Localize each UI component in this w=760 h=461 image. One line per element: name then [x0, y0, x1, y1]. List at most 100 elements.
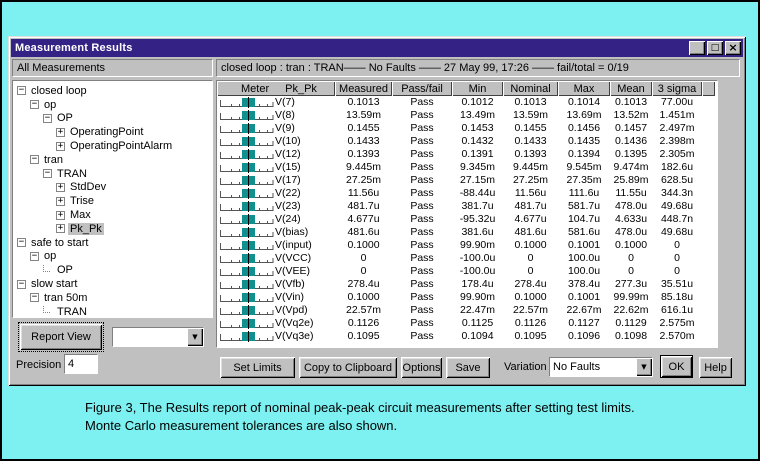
value-cell: 0	[503, 252, 558, 265]
expand-icon[interactable]: +	[56, 142, 65, 151]
measurement-name: V(input)	[275, 239, 312, 252]
value-cell: 344.3n	[652, 187, 702, 200]
tree-item-trise[interactable]: +Trise	[13, 194, 212, 208]
table-row[interactable]: V(24)4.677uPass-95.32u4.677u104.7u4.633u…	[217, 213, 717, 226]
title-bar[interactable]: Measurement Results _ □ ×	[11, 39, 743, 57]
collapse-icon[interactable]: −	[30, 100, 39, 109]
table-row[interactable]: V(23)481.7uPass381.7u481.7u581.7u478.0u4…	[217, 200, 717, 213]
tree-item-tran-50m[interactable]: −tran 50m	[13, 291, 212, 305]
expand-icon[interactable]: +	[56, 211, 65, 220]
tree-item-op[interactable]: −op	[13, 98, 212, 112]
value-cell: 27.15m	[452, 174, 503, 187]
column-header-max[interactable]: Max	[558, 81, 610, 96]
collapse-icon[interactable]: −	[17, 238, 26, 247]
tree-item-tran[interactable]: −TRAN	[13, 167, 212, 181]
precision-input[interactable]	[64, 354, 98, 374]
tree-item-operatingpoint[interactable]: +OperatingPoint	[13, 125, 212, 139]
value-cell: 0.1013	[503, 96, 558, 109]
meter-icon	[219, 123, 275, 135]
tree-item-closed-loop[interactable]: −closed loop	[13, 84, 212, 98]
tree-item-slow-start[interactable]: −slow start	[13, 277, 212, 291]
column-header-mean[interactable]: Mean	[610, 81, 652, 96]
set-limits-button[interactable]: Set Limits	[220, 357, 295, 378]
table-row[interactable]: V(8)13.59mPass13.49m13.59m13.69m13.52m1.…	[217, 109, 717, 122]
value-cell: 13.49m	[452, 109, 503, 122]
value-cell: 381.7u	[452, 200, 503, 213]
collapse-icon[interactable]: −	[17, 86, 26, 95]
tree-item-max[interactable]: +Max	[13, 208, 212, 222]
measurement-name-cell: V(8)	[217, 109, 335, 122]
table-row[interactable]: V(VEE)0Pass-100.0u0100.0u00	[217, 265, 717, 278]
table-row[interactable]: V(22)11.56uPass-88.44u11.56u111.6u11.55u…	[217, 187, 717, 200]
chevron-down-icon[interactable]: ▼	[187, 328, 203, 346]
column-header-pass-fail[interactable]: Pass/fail	[392, 81, 452, 96]
minimize-button[interactable]: _	[689, 41, 705, 55]
save-button[interactable]: Save	[446, 357, 490, 378]
value-cell: 9.345m	[452, 161, 503, 174]
table-row[interactable]: V(17)27.25mPass27.15m27.25m27.35m25.89m6…	[217, 174, 717, 187]
table-row[interactable]: V(10)0.1433Pass0.14320.14330.14350.14362…	[217, 135, 717, 148]
tree-item-operatingpointalarm[interactable]: +OperatingPointAlarm	[13, 139, 212, 153]
collapse-icon[interactable]: −	[30, 155, 39, 164]
tree-item-op[interactable]: OP	[13, 263, 212, 277]
collapse-icon[interactable]: −	[30, 252, 39, 261]
table-row[interactable]: V(VCC)0Pass-100.0u0100.0u00	[217, 252, 717, 265]
tree-item-op[interactable]: −OP	[13, 112, 212, 126]
report-view-button[interactable]: Report View	[20, 324, 102, 350]
collapse-icon[interactable]: −	[43, 169, 52, 178]
tree-item-label: tran 50m	[42, 292, 89, 304]
value-cell: 22.57m	[335, 304, 392, 317]
variation-combo[interactable]: No Faults ▼	[549, 357, 653, 377]
column-header-3-sigma[interactable]: 3 sigma	[652, 81, 702, 96]
table-row[interactable]: V(Vq3e)0.1095Pass0.10940.10950.10960.109…	[217, 330, 717, 343]
tree-item-label: op	[42, 250, 58, 262]
expand-icon[interactable]: +	[56, 183, 65, 192]
collapse-icon[interactable]: −	[30, 293, 39, 302]
tree-item-pk-pk[interactable]: +Pk_Pk	[13, 222, 212, 236]
column-header-meter-pkpk[interactable]: MeterPk_Pk	[217, 81, 335, 96]
value-cell: 100.0u	[558, 265, 610, 278]
tree-item-label: OperatingPointAlarm	[68, 140, 174, 152]
value-cell: 77.00u	[652, 96, 702, 109]
table-row[interactable]: V(input)0.1000Pass99.90m0.10000.10010.10…	[217, 239, 717, 252]
column-header-measured[interactable]: Measured	[335, 81, 392, 96]
close-button[interactable]: ×	[725, 41, 741, 55]
table-row[interactable]: V(9)0.1455Pass0.14530.14550.14560.14572.…	[217, 122, 717, 135]
table-row[interactable]: V(Vfb)278.4uPass178.4u278.4u378.4u277.3u…	[217, 278, 717, 291]
table-row[interactable]: V(12)0.1393Pass0.13910.13930.13940.13952…	[217, 148, 717, 161]
tree-item-stddev[interactable]: +StdDev	[13, 181, 212, 195]
options-button[interactable]: Options	[401, 357, 442, 378]
column-header-nominal[interactable]: Nominal	[503, 81, 558, 96]
tree-item-op[interactable]: −op	[13, 250, 212, 264]
help-button[interactable]: Help	[699, 357, 732, 378]
table-row[interactable]: V(7)0.1013Pass0.10120.10130.10140.101377…	[217, 96, 717, 109]
table-row[interactable]: V(15)9.445mPass9.345m9.445m9.545m9.474m1…	[217, 161, 717, 174]
value-cell: 11.55u	[610, 187, 652, 200]
measurements-tree[interactable]: −closed loop−op−OP+OperatingPoint+Operat…	[12, 80, 213, 318]
value-cell: 0.1457	[610, 122, 652, 135]
chevron-down-icon[interactable]: ▼	[636, 358, 652, 376]
tree-item-tran[interactable]: TRAN	[13, 305, 212, 318]
expand-icon[interactable]: +	[56, 197, 65, 206]
column-header-min[interactable]: Min	[452, 81, 503, 96]
ok-button[interactable]: OK	[660, 355, 693, 378]
measurement-name: V(12)	[275, 148, 301, 161]
maximize-button[interactable]: □	[707, 41, 723, 55]
table-row[interactable]: V(Vin)0.1000Pass99.90m0.10000.100199.99m…	[217, 291, 717, 304]
expand-icon[interactable]: +	[56, 128, 65, 137]
measurement-name: V(Vq2e)	[275, 317, 314, 330]
report-combo[interactable]: ▼	[112, 327, 204, 347]
table-row[interactable]: V(Vpd)22.57mPass22.47m22.57m22.67m22.62m…	[217, 304, 717, 317]
expand-icon[interactable]: +	[56, 224, 65, 233]
tree-item-tran[interactable]: −tran	[13, 153, 212, 167]
collapse-icon[interactable]: −	[17, 280, 26, 289]
value-cell: 1.451m	[652, 109, 702, 122]
value-cell: 0.1098	[610, 330, 652, 343]
table-row[interactable]: V(Vq2e)0.1126Pass0.11250.11260.11270.112…	[217, 317, 717, 330]
meter-icon	[219, 292, 275, 304]
tree-item-safe-to-start[interactable]: −safe to start	[13, 236, 212, 250]
copy-to-clipboard-button[interactable]: Copy to Clipboard	[299, 357, 397, 378]
collapse-icon[interactable]: −	[43, 114, 52, 123]
table-row[interactable]: V(bias)481.6uPass381.6u481.6u581.6u478.0…	[217, 226, 717, 239]
value-cell: 104.7u	[558, 213, 610, 226]
